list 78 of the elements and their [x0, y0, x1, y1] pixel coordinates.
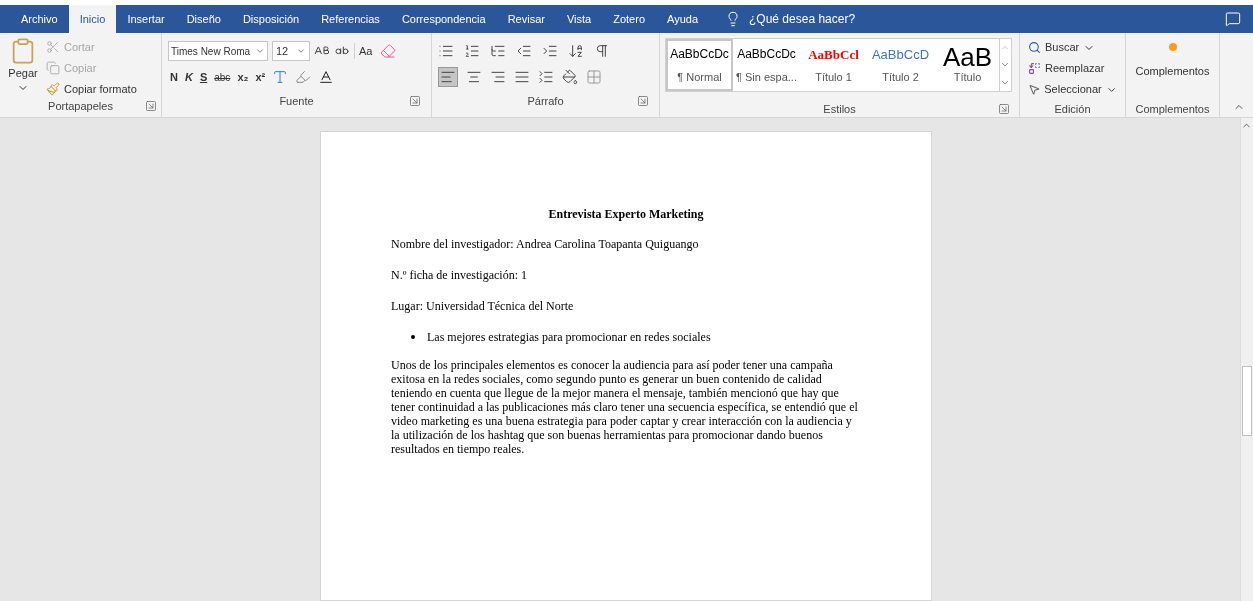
- pointer-icon: [1028, 83, 1041, 96]
- search-icon: [1028, 41, 1041, 54]
- ribbon-tab[interactable]: Vista: [555, 5, 603, 33]
- group-label: Complementos: [1135, 101, 1210, 117]
- justify-icon[interactable]: [514, 69, 530, 85]
- increase-indent-icon[interactable]: [542, 43, 558, 59]
- sort-icon[interactable]: [568, 43, 584, 59]
- change-case-button[interactable]: Aa: [354, 42, 377, 60]
- paste-button[interactable]: Pegar: [8, 37, 38, 98]
- group-label: Fuente: [279, 93, 314, 109]
- paintbrush-icon: [46, 82, 60, 96]
- highlighter-icon[interactable]: [295, 69, 312, 86]
- ribbon-tab[interactable]: Disposición: [231, 5, 311, 33]
- font-name-dropdown[interactable]: Times New Roma: [168, 41, 268, 61]
- document-paragraph: Unos de los principales elementos es conocer la audiencia para así poder tener una campaña exitosa en la redes sociales, como segundo punto es generar un buen contenido de calidad teniendo en cuenta que llegue de la mejor manera el mensaje, también mencionó que hay que tener continuidad a las publicaciones más claro tener una secuencia específica, se entendió que el video marketing es una buena estrategia para poder captar y crear interacción con la audiencia y la utilización de los hashtag que son buenas herramientas para promocionar dando buenos resultados en tiempo reales.: [391, 358, 859, 456]
- dialog-launcher-icon[interactable]: [637, 95, 649, 107]
- ribbon-tab[interactable]: Inicio: [68, 5, 117, 33]
- font-size-dropdown[interactable]: 12: [272, 41, 310, 61]
- font-color-icon[interactable]: [318, 69, 335, 86]
- caret-icon: [255, 46, 265, 56]
- ribbon-tab[interactable]: Revisar: [496, 5, 556, 33]
- format-toggle[interactable]: K: [184, 69, 193, 86]
- format-toggle[interactable]: N: [170, 69, 178, 86]
- scrollbar-thumb[interactable]: [1242, 366, 1252, 436]
- bullets-icon[interactable]: [438, 43, 454, 59]
- dialog-launcher-icon[interactable]: [998, 103, 1010, 115]
- copy-icon: [46, 61, 60, 75]
- scissors-icon: [46, 40, 60, 54]
- align-center-icon[interactable]: [466, 69, 482, 85]
- line-spacing-icon[interactable]: [538, 69, 554, 85]
- document-line: Lugar: Universidad Técnica del Norte: [391, 298, 575, 315]
- align-left-button[interactable]: [438, 67, 458, 87]
- ribbon-tab[interactable]: Correspondencia: [390, 5, 497, 33]
- vertical-scrollbar[interactable]: [1240, 118, 1253, 601]
- group-label: Párrafo: [527, 93, 564, 109]
- dialog-launcher-icon[interactable]: [409, 95, 421, 107]
- format-painter-button[interactable]: Copiar formato: [46, 80, 137, 98]
- replace-button[interactable]: Reemplazar: [1028, 60, 1117, 77]
- document-line: Nombre del investigador: Andrea Carolina Toapanta Quiguango: [391, 236, 700, 253]
- shading-icon[interactable]: [562, 69, 578, 85]
- group-label: Estilos: [823, 101, 856, 117]
- bullet-item: Las mejores estrategias para promocionar en redes sociales: [427, 329, 711, 346]
- find-button[interactable]: Buscar: [1028, 39, 1117, 56]
- document-line: N.º ficha de investigación: 1: [391, 267, 528, 284]
- text-effects-icon[interactable]: [272, 69, 289, 86]
- tell-me-field[interactable]: ¿Qué desea hacer?: [749, 10, 856, 28]
- style-gallery-item[interactable]: AaBbCcDc ¶ Normal: [666, 39, 733, 91]
- pilcrow-icon[interactable]: [594, 43, 610, 59]
- caret-icon: [296, 46, 306, 56]
- superscript-button[interactable]: x²: [255, 69, 266, 86]
- bullet-icon: [411, 335, 415, 339]
- align-right-icon[interactable]: [490, 69, 506, 85]
- ribbon-tab[interactable]: Archivo: [10, 5, 69, 33]
- format-toggle[interactable]: S: [199, 69, 208, 86]
- decrease-indent-icon[interactable]: [516, 43, 532, 59]
- dialog-launcher-icon[interactable]: [145, 100, 157, 112]
- ribbon-tab[interactable]: Zotero: [602, 5, 656, 33]
- style-gallery-item[interactable]: AaB Título: [934, 39, 999, 91]
- select-button[interactable]: Seleccionar: [1028, 81, 1117, 98]
- lightbulb-icon: [725, 11, 741, 27]
- ribbon-tab[interactable]: Referencias: [310, 5, 391, 33]
- addins-button[interactable]: Complementos: [1126, 43, 1219, 80]
- style-gallery-item[interactable]: AaBbCcDc ¶ Sin espa...: [733, 39, 800, 91]
- comments-icon[interactable]: [1225, 11, 1241, 27]
- replace-icon: [1028, 62, 1041, 75]
- numbering-icon[interactable]: [464, 43, 480, 59]
- subscript-button[interactable]: x₂: [237, 69, 249, 86]
- multilevel-list-icon[interactable]: [490, 43, 506, 59]
- ribbon-tab[interactable]: Diseño: [175, 5, 232, 33]
- eraser-icon[interactable]: [380, 43, 397, 59]
- group-label: Portapapeles: [48, 98, 113, 114]
- ribbon-tab[interactable]: Ayuda: [656, 5, 709, 33]
- ribbon-tab[interactable]: Insertar: [116, 5, 176, 33]
- style-gallery-item[interactable]: AaBbCcD Título 2: [867, 39, 934, 91]
- group-label: Edición: [1054, 101, 1091, 117]
- document-title: Entrevista Experto Marketing: [547, 206, 705, 223]
- strikethrough-button[interactable]: abc: [214, 69, 231, 85]
- style-gallery-item[interactable]: AaBbCcl Título 1: [800, 39, 867, 91]
